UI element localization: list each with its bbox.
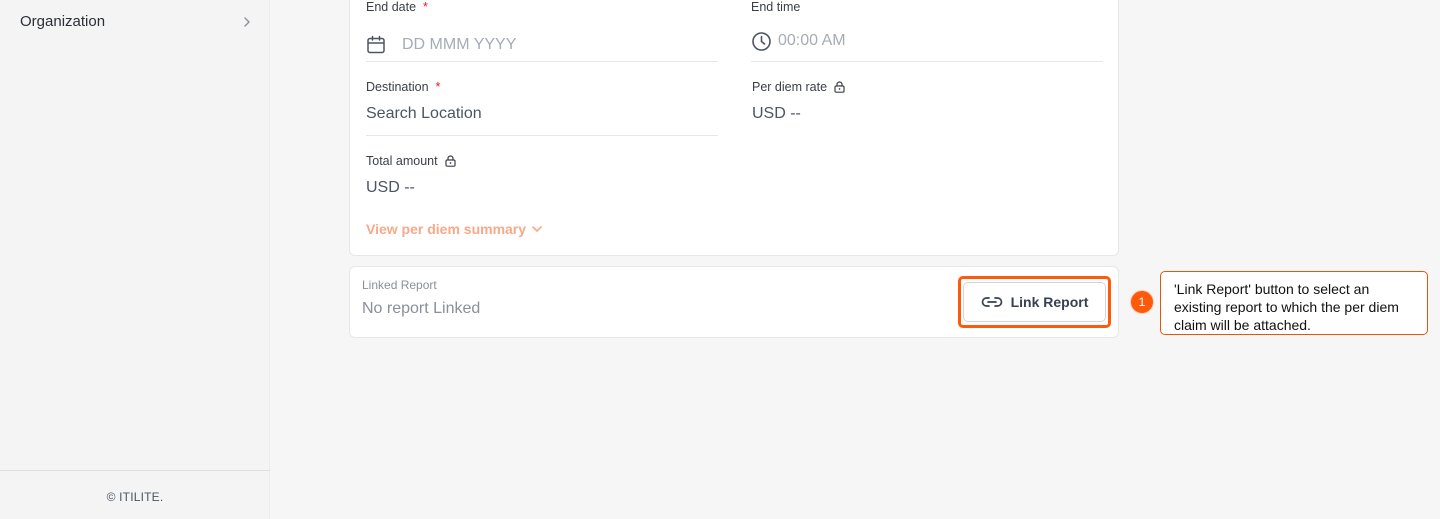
clock-icon — [752, 31, 771, 51]
total-amount-value: USD -- — [366, 179, 415, 196]
total-amount-label: Total amount — [366, 154, 438, 168]
linked-report-label: Linked Report — [362, 278, 437, 292]
calendar-icon — [367, 35, 385, 54]
end-date-input[interactable]: DD MMM YYYY — [366, 32, 718, 58]
end-date-placeholder: DD MMM YYYY — [402, 36, 517, 53]
per-diem-rate-label: Per diem rate — [752, 80, 828, 94]
total-amount-field-label: Total amount — [366, 154, 456, 168]
per-diem-rate-value: USD -- — [752, 105, 801, 122]
per-diem-rate-field-label: Per diem rate — [752, 80, 845, 94]
sidebar-footer: © ITILITE. — [106, 490, 164, 504]
link-report-button-label: Link Report — [1010, 294, 1089, 310]
chevron-right-icon — [244, 17, 250, 27]
end-time-label: End time — [751, 0, 801, 14]
chevron-down-icon — [532, 226, 542, 232]
sidebar-divider — [0, 470, 270, 471]
lock-icon — [444, 155, 456, 167]
annotation-callout: 'Link Report' button to select an existi… — [1160, 271, 1428, 335]
required-marker: * — [435, 80, 441, 94]
sidebar-item-organization[interactable]: Organization — [0, 0, 270, 44]
sidebar-item-label: Organization — [20, 12, 106, 30]
destination-field-label: Destination * — [366, 80, 440, 94]
end-time-underline — [751, 61, 1103, 62]
end-date-underline — [366, 61, 718, 62]
required-marker: * — [423, 0, 428, 14]
end-date-label: End date — [366, 0, 417, 14]
end-time-placeholder: 00:00 AM — [778, 32, 846, 49]
destination-input[interactable]: Search Location — [366, 105, 718, 123]
link-icon — [981, 297, 1002, 307]
end-time-field-label: End time — [751, 0, 800, 14]
sidebar: Organization © ITILITE. — [0, 0, 270, 519]
destination-underline — [366, 135, 718, 136]
destination-label: Destination — [366, 80, 429, 94]
annotation-badge: 1 — [1130, 290, 1154, 314]
end-time-input[interactable]: 00:00 AM — [751, 28, 1103, 54]
link-report-button[interactable]: Link Report — [963, 282, 1106, 322]
view-per-diem-summary-link[interactable]: View per diem summary — [366, 221, 542, 237]
view-per-diem-summary-label: View per diem summary — [366, 221, 527, 237]
linked-report-value: No report Linked — [362, 300, 481, 317]
lock-icon — [834, 81, 845, 93]
end-date-field-label: End date * — [366, 0, 428, 14]
